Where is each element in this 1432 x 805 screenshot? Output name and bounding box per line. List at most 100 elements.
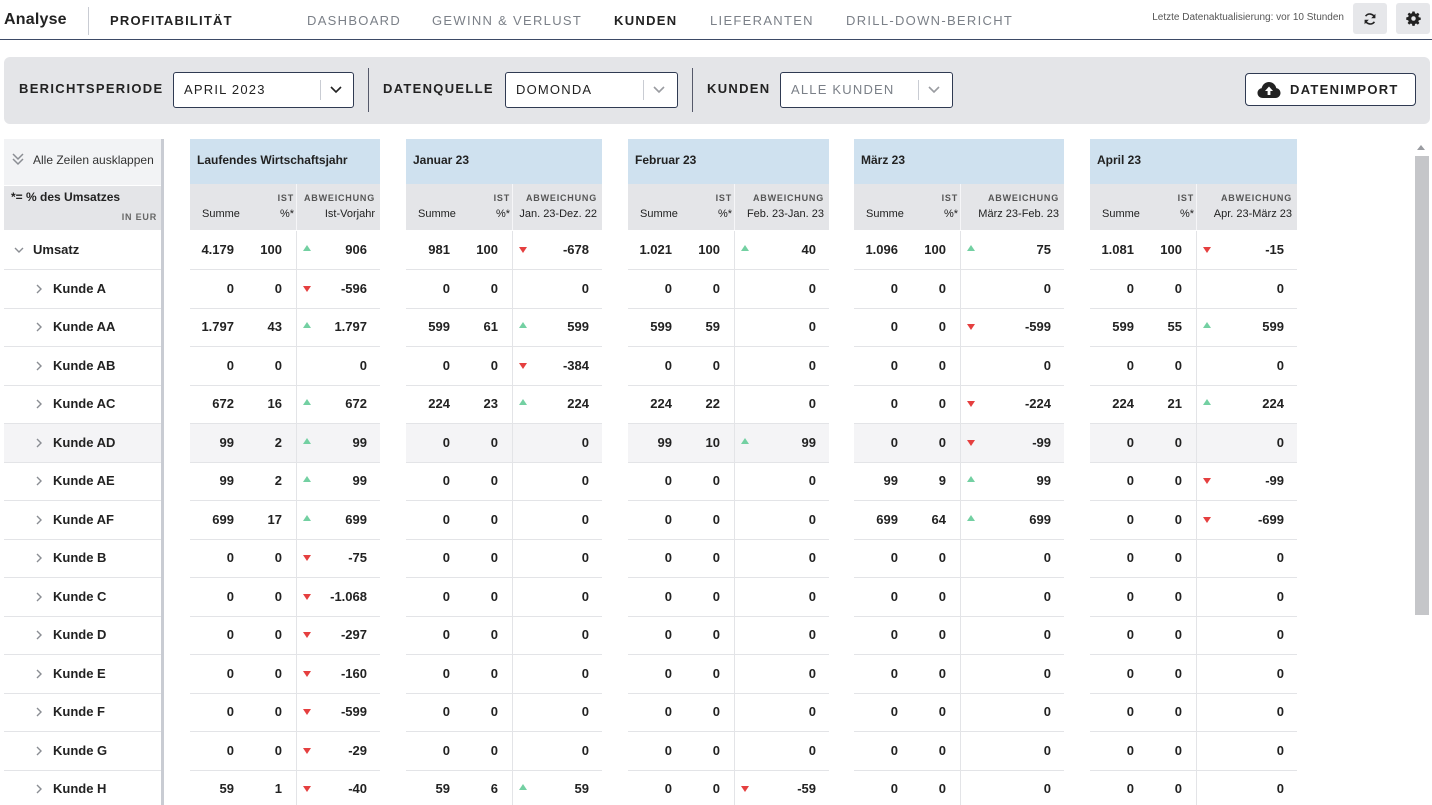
deviation-value: 0	[808, 473, 816, 488]
percent-header: %*	[279, 208, 294, 220]
table-row: 0 0 0	[406, 500, 602, 540]
chevron-right-icon[interactable]	[34, 553, 44, 563]
percent-value: 23	[483, 396, 498, 411]
row-label-customer[interactable]: Kunde C	[4, 578, 161, 617]
source-value: DOMONDA	[516, 82, 593, 97]
percent-value: 0	[712, 781, 720, 796]
cloud-upload-icon	[1257, 82, 1281, 98]
row-label-customer[interactable]: Kunde E	[4, 655, 161, 694]
sum-value: 0	[442, 665, 450, 681]
row-label-customer[interactable]: Kunde D	[4, 616, 161, 655]
table-row: 0 0 0	[1090, 269, 1297, 309]
period-label: BERICHTSPERIODE	[19, 81, 164, 96]
row-label-text: Kunde C	[53, 588, 107, 604]
table-row: 0 0 0	[1090, 693, 1297, 732]
ist-header: IST	[715, 193, 732, 203]
chevron-right-icon[interactable]	[34, 746, 44, 756]
sum-value: 0	[664, 665, 672, 681]
chevron-right-icon[interactable]	[34, 284, 44, 294]
chevron-right-icon[interactable]	[34, 669, 44, 679]
table-row: 0 0 -59	[628, 770, 829, 805]
deviation-value: 599	[567, 319, 589, 334]
deviation-value: 0	[808, 511, 816, 527]
row-label-customer[interactable]: Kunde G	[4, 732, 161, 771]
chevron-right-icon[interactable]	[34, 784, 44, 794]
deviation-value: 0	[581, 665, 589, 681]
deviation-value: 1.797	[334, 319, 367, 334]
percent-value: 16	[267, 396, 282, 411]
chevron-right-icon[interactable]	[34, 592, 44, 602]
row-label-umsatz[interactable]: Umsatz	[4, 231, 161, 270]
table-row: 0 0 -699	[1090, 500, 1297, 540]
table-row: 224 22 0	[628, 385, 829, 424]
expand-all-rows-button[interactable]: Alle Zeilen ausklappen	[4, 139, 161, 185]
table-row: 0 0 -99	[1090, 462, 1297, 501]
table-row: 0 0 0	[406, 423, 602, 463]
customers-select[interactable]: ALLE KUNDEN	[780, 72, 953, 108]
deviation-value: 0	[1043, 665, 1051, 681]
trend-up-icon	[303, 437, 311, 444]
chevron-right-icon[interactable]	[34, 361, 44, 371]
table-row: 99 9 99	[854, 462, 1064, 501]
percent-value: 61	[483, 319, 498, 334]
sum-value: 0	[1126, 588, 1134, 604]
deviation-period-header: Apr. 23-März 23	[1213, 208, 1292, 220]
sum-value: 0	[226, 704, 234, 719]
refresh-button[interactable]	[1353, 3, 1387, 34]
row-label-text: Kunde AA	[53, 319, 116, 334]
deviation-value: -1.068	[330, 588, 367, 604]
sum-value: 0	[442, 627, 450, 642]
chevron-right-icon[interactable]	[34, 322, 44, 332]
period-select[interactable]: APRIL 2023	[173, 72, 354, 108]
chevron-right-icon[interactable]	[34, 476, 44, 486]
row-label-customer[interactable]: Kunde AD	[4, 423, 161, 463]
settings-button[interactable]	[1396, 3, 1430, 34]
trend-down-icon	[303, 593, 311, 600]
trend-down-icon	[519, 362, 527, 369]
row-label-column: Alle Zeilen ausklappen *= % des Umsatzes…	[4, 139, 164, 805]
row-label-customer[interactable]: Kunde AF	[4, 501, 161, 540]
row-label-customer[interactable]: Kunde F	[4, 693, 161, 732]
deviation-value: 0	[1043, 704, 1051, 719]
scroll-up-arrow[interactable]	[1417, 145, 1425, 150]
chevron-right-icon[interactable]	[34, 515, 44, 525]
tab-lieferanten[interactable]: LIEFERANTEN	[710, 13, 814, 28]
row-label-customer[interactable]: Kunde B	[4, 539, 161, 578]
tab-kunden[interactable]: KUNDEN	[614, 13, 677, 28]
row-label-customer[interactable]: Kunde AA	[4, 308, 161, 347]
row-label-text: Kunde B	[53, 550, 107, 565]
percent-value: 0	[274, 357, 282, 373]
table-row: 0 0 0	[628, 269, 829, 309]
tab-gewinn-verlust[interactable]: GEWINN & VERLUST	[432, 13, 582, 28]
deviation-value: 0	[581, 742, 589, 758]
tab-drill-down-bericht[interactable]: DRILL-DOWN-BERICHT	[846, 13, 1013, 28]
trend-up-icon	[303, 322, 311, 328]
percent-value: 0	[1174, 781, 1182, 796]
chevron-right-icon[interactable]	[34, 707, 44, 717]
row-label-customer[interactable]: Kunde AC	[4, 385, 161, 424]
table-row: 0 0 0	[406, 654, 602, 694]
chevron-right-icon[interactable]	[34, 399, 44, 409]
sum-value: 0	[1126, 665, 1134, 681]
table-row: 672 16 672	[190, 385, 380, 424]
row-label-customer[interactable]: Kunde H	[4, 770, 161, 805]
row-label-customer[interactable]: Kunde A	[4, 270, 161, 309]
row-label-customer[interactable]: Kunde AE	[4, 462, 161, 501]
chevron-right-icon[interactable]	[34, 438, 44, 448]
sum-value: 0	[226, 665, 234, 681]
trend-down-icon	[1203, 247, 1211, 253]
deviation-header: ABWEICHUNG	[988, 193, 1059, 203]
tab-dashboard[interactable]: DASHBOARD	[307, 13, 401, 28]
trend-up-icon	[741, 437, 749, 444]
sum-value: 0	[226, 742, 234, 758]
deviation-value: 224	[1262, 396, 1284, 411]
chevron-right-icon[interactable]	[34, 630, 44, 640]
table-row: 0 0 0	[854, 693, 1064, 732]
source-select[interactable]: DOMONDA	[505, 72, 678, 108]
vertical-scrollbar-thumb[interactable]	[1415, 156, 1429, 615]
chevron-down-icon[interactable]	[14, 245, 24, 255]
row-label-customer[interactable]: Kunde AB	[4, 347, 161, 386]
data-import-button[interactable]: DATENIMPORT	[1245, 73, 1416, 106]
table-row: 599 55 599	[1090, 308, 1297, 347]
deviation-period-header: Feb. 23-Jan. 23	[746, 208, 824, 220]
